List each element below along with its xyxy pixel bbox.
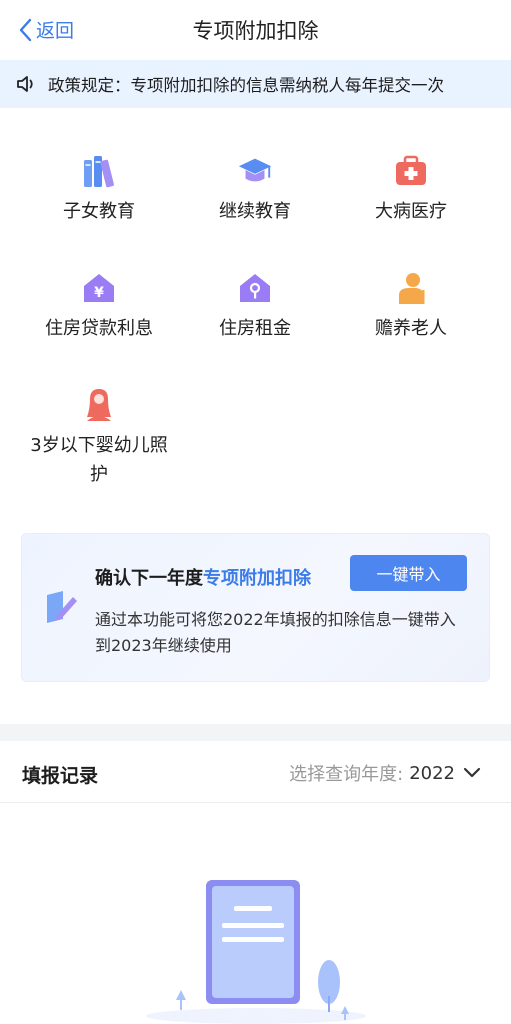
category-housing-rent[interactable]: 住房租金: [170, 270, 340, 343]
books-icon: [81, 153, 117, 189]
section-divider: [0, 724, 511, 741]
notice-text: 政策规定：专项附加扣除的信息需纳税人每年提交一次: [48, 76, 444, 95]
records-title: 填报记录: [22, 765, 99, 787]
category-children-education[interactable]: 子女教育: [14, 153, 184, 226]
card-description: 通过本功能可将您2022年填报的扣除信息一键带入到2023年继续使用: [95, 610, 456, 655]
category-label: 赡养老人: [375, 318, 447, 339]
elderly-person-icon: [393, 270, 429, 306]
card-title: 确认下一年度专项附加扣除: [95, 564, 311, 590]
category-elderly-support[interactable]: 赡养老人: [326, 270, 496, 343]
policy-notice: 政策规定：专项附加扣除的信息需纳税人每年提交一次: [0, 60, 511, 108]
category-label: 子女教育: [63, 201, 135, 222]
speaker-icon: [17, 76, 33, 92]
category-housing-loan-interest[interactable]: ¥ 住房贷款利息: [14, 270, 184, 343]
category-label: 大病医疗: [375, 201, 447, 222]
house-yuan-icon: ¥: [81, 270, 117, 306]
category-serious-illness[interactable]: 大病医疗: [326, 153, 496, 226]
card-title-prefix: 确认下一年度: [95, 568, 203, 589]
page-title: 专项附加扣除: [192, 19, 319, 43]
svg-text:¥: ¥: [94, 285, 104, 301]
mother-baby-icon: [81, 387, 117, 423]
deduction-category-grid: 子女教育 继续教育 大病医疗 ¥ 住房贷款利息 住房租金 赡养老人 3岁以下婴幼…: [0, 108, 511, 508]
year-value: 2022: [409, 762, 455, 784]
nav-bar: 返回 专项附加扣除: [0, 0, 511, 60]
year-label: 选择查询年度:: [289, 764, 404, 785]
year-selector[interactable]: 选择查询年度: 2022: [289, 760, 481, 786]
category-continuing-education[interactable]: 继续教育: [170, 153, 340, 226]
empty-state-illustration: [0, 804, 511, 1024]
edit-document-icon: [47, 591, 77, 623]
graduation-cap-icon: [237, 153, 273, 189]
house-key-icon: [237, 270, 273, 306]
category-label: 住房租金: [219, 318, 291, 339]
one-click-bring-in-button[interactable]: 一键带入: [350, 555, 467, 591]
bring-in-card: 确认下一年度专项附加扣除 一键带入 通过本功能可将您2022年填报的扣除信息一键…: [21, 533, 490, 682]
chevron-down-icon: [463, 767, 481, 778]
category-label: 继续教育: [219, 201, 291, 222]
card-title-highlight: 专项附加扣除: [203, 568, 311, 589]
category-label: 3岁以下婴幼儿照护: [30, 435, 168, 485]
medical-kit-icon: [393, 153, 429, 189]
category-infant-care[interactable]: 3岁以下婴幼儿照护: [14, 387, 184, 489]
records-header: 填报记录 选择查询年度: 2022: [0, 741, 511, 803]
category-label: 住房贷款利息: [45, 318, 153, 339]
